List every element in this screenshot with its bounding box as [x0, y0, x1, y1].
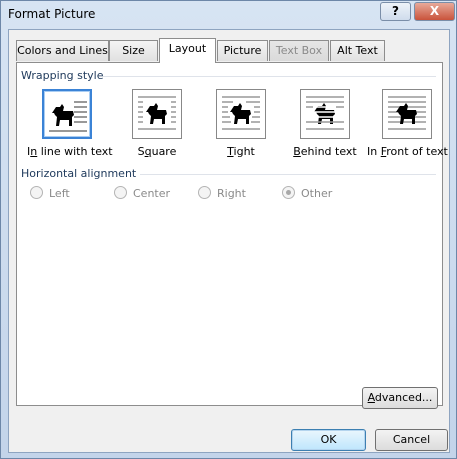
align-right-label: Right: [217, 187, 246, 200]
horizontal-alignment-heading: Horizontal alignment: [21, 167, 137, 180]
wrap-behind-option[interactable]: Behind text: [285, 89, 365, 158]
wrap-square-option[interactable]: Square: [117, 89, 197, 158]
cancel-button[interactable]: Cancel: [375, 429, 448, 451]
tab-alt-text[interactable]: Alt Text: [330, 40, 385, 61]
wrap-behind-icon[interactable]: [300, 89, 350, 139]
close-button[interactable]: X: [414, 2, 455, 21]
dialog-title: Format Picture: [8, 7, 96, 21]
radio-circle: [282, 186, 295, 199]
wrap-inline-icon[interactable]: [42, 89, 92, 139]
format-picture-dialog: Format Picture ? X Colors and Lines Size…: [0, 0, 457, 459]
tab-size[interactable]: Size: [109, 40, 158, 61]
wrap-behind-label: Behind text: [293, 145, 357, 158]
tab-colors-and-lines[interactable]: Colors and Lines: [16, 40, 109, 61]
tab-picture[interactable]: Picture: [217, 40, 268, 61]
radio-circle: [114, 186, 127, 199]
tab-text-box: Text Box: [269, 40, 329, 61]
wrap-inline-label: In line with text: [27, 145, 113, 158]
wrap-in-front-icon[interactable]: [382, 89, 432, 139]
align-center-radio: Center: [114, 186, 170, 200]
ok-button[interactable]: OK: [291, 429, 366, 451]
wrap-tight-icon[interactable]: [216, 89, 266, 139]
align-other-label: Other: [301, 187, 333, 200]
section-divider: [103, 76, 436, 77]
advanced-button[interactable]: Advanced...: [362, 387, 438, 409]
radio-circle: [30, 186, 43, 199]
layout-panel: Wrapping style In line with text Square …: [16, 62, 448, 409]
wrap-square-label: Square: [137, 145, 177, 158]
align-left-label: Left: [49, 187, 70, 200]
align-center-label: Center: [133, 187, 171, 200]
wrap-tight-option[interactable]: Tight: [201, 89, 281, 158]
align-left-radio: Left: [30, 186, 70, 200]
section-divider: [140, 174, 436, 175]
help-button[interactable]: ?: [380, 2, 411, 21]
wrap-square-icon[interactable]: [132, 89, 182, 139]
align-right-radio: Right: [198, 186, 246, 200]
align-other-radio: Other: [282, 186, 332, 200]
radio-circle: [198, 186, 211, 199]
wrap-inline-option[interactable]: In line with text: [27, 89, 113, 158]
wrap-tight-label: Tight: [227, 145, 255, 158]
wrapping-style-heading: Wrapping style: [21, 69, 104, 82]
tab-layout[interactable]: Layout: [159, 38, 216, 63]
wrap-in-front-label: In Front of text: [367, 145, 448, 158]
dialog-body: Colors and Lines Size Layout Picture Tex…: [8, 29, 450, 453]
title-bar[interactable]: Format Picture ? X: [1, 1, 456, 27]
wrap-in-front-option[interactable]: In Front of text: [367, 89, 448, 158]
